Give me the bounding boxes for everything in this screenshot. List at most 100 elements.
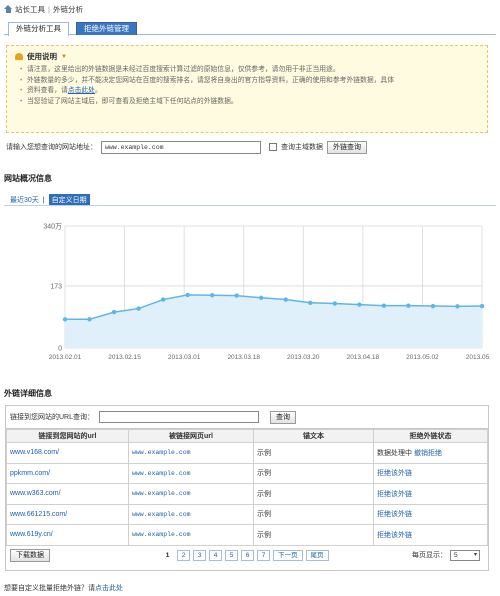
data-point bbox=[430, 303, 436, 309]
notice-title: 使用说明 bbox=[27, 52, 57, 61]
pagination: 1 2 3 4 5 6 7 下一页 尾页 bbox=[158, 549, 329, 561]
source-url-link[interactable]: www.w363.com/ bbox=[10, 490, 61, 497]
anchor-text: 示例 bbox=[253, 524, 374, 546]
x-tick-label: 2013.03.18 bbox=[227, 354, 260, 361]
url-filter-input[interactable] bbox=[99, 411, 260, 423]
speaker-icon bbox=[15, 53, 23, 60]
y-tick-label: 0 bbox=[58, 346, 62, 353]
main-domain-checkbox[interactable] bbox=[269, 143, 277, 151]
x-tick-label: 2013.04.18 bbox=[347, 354, 380, 361]
data-point bbox=[259, 295, 264, 300]
column-header-target: 被链接网页url bbox=[128, 429, 254, 443]
url-filter-label: 链接到您网站的URL查询： bbox=[10, 414, 95, 421]
per-page-control: 每页显示： 5 bbox=[412, 549, 480, 561]
x-tick-label: 2013.05.02 bbox=[406, 354, 439, 361]
data-point bbox=[62, 317, 68, 322]
notice-line: 外链数量的多少，并不能决定您网站在百度的搜索排名，请您将自身出的官方指导资料，正… bbox=[20, 76, 479, 87]
undo-disavow-link[interactable]: 撤销拒绝 bbox=[414, 450, 442, 457]
notice-line-text: 资料查看，请点击此处。 bbox=[27, 87, 102, 94]
y-tick-label: 340万 bbox=[43, 223, 62, 231]
table-row: www.661215.com/ www.example.com 示例 拒绝该外链 bbox=[6, 503, 488, 525]
disavow-link[interactable]: 拒绝该外链 bbox=[377, 470, 412, 477]
per-page-select[interactable]: 5 bbox=[450, 549, 480, 561]
notice-detail-link[interactable]: 点击此处 bbox=[68, 87, 95, 94]
caret-down-icon[interactable]: ▼ bbox=[61, 54, 67, 60]
breadcrumb-current: 外链分析 bbox=[52, 4, 83, 14]
pagination-bar: 下载数据 1 2 3 4 5 6 7 下一页 尾页 每页显示： 5 bbox=[6, 546, 488, 565]
page-current: 1 bbox=[165, 551, 170, 559]
source-url-link[interactable]: www.619y.cn/ bbox=[10, 531, 53, 538]
disavow-link[interactable]: 拒绝该外链 bbox=[377, 511, 412, 518]
target-url-link[interactable]: www.example.com bbox=[132, 531, 191, 538]
page-link[interactable]: 5 bbox=[225, 549, 238, 561]
backlink-table: 链接到您网站的url 被链接网页url 锚文本 拒绝外链状态 www.v168.… bbox=[6, 429, 488, 546]
url-filter-button[interactable]: 查询 bbox=[270, 410, 297, 424]
tab-backlink-analysis[interactable]: 外链分析工具 bbox=[8, 22, 69, 36]
series-area bbox=[65, 294, 482, 348]
status-text: 数据处理中 bbox=[377, 449, 412, 457]
anchor-text: 示例 bbox=[253, 483, 374, 505]
site-url-input[interactable]: www.example.com bbox=[101, 140, 261, 154]
source-url-link[interactable]: www.v168.com/ bbox=[10, 449, 59, 456]
data-point bbox=[136, 306, 141, 311]
page-link[interactable]: 6 bbox=[241, 549, 254, 561]
data-point bbox=[111, 309, 117, 315]
breadcrumb-home-link[interactable]: 站长工具 bbox=[15, 4, 45, 15]
tab-disavow-management[interactable]: 拒绝外链管理 bbox=[76, 22, 137, 35]
data-point bbox=[332, 301, 338, 306]
page-link[interactable]: 2 bbox=[177, 549, 190, 561]
table-row: www.w363.com/ www.example.com 示例 拒绝该外链 bbox=[6, 483, 488, 505]
data-point bbox=[406, 303, 411, 308]
data-point bbox=[283, 297, 288, 302]
backlink-query-button[interactable]: 外链查询 bbox=[327, 140, 367, 154]
source-url-link[interactable]: www.661215.com/ bbox=[10, 511, 67, 518]
backlink-trend-chart: 340万 173 02013.02.01 2013.02.15 2013.03.01 20… bbox=[43, 223, 490, 362]
column-header-source: 链接到您网站的url bbox=[6, 429, 129, 443]
target-url-link[interactable]: www.example.com bbox=[132, 470, 191, 477]
footer-note: 想要自定义批量拒绝外链？请点击此处 bbox=[4, 583, 123, 593]
disavow-link[interactable]: 拒绝该外链 bbox=[377, 491, 412, 498]
site-search-label: 请输入您想查询的网站地址： bbox=[6, 144, 97, 151]
data-point bbox=[234, 293, 239, 298]
source-url-link[interactable]: ppkmm.com/ bbox=[10, 470, 50, 477]
footer-link[interactable]: 点击此处 bbox=[95, 585, 123, 592]
data-point bbox=[160, 297, 166, 302]
range-recent-30-days[interactable]: 最近30天 bbox=[10, 195, 39, 205]
table-row: www.619y.cn/ www.example.com 示例 拒绝该外链 bbox=[6, 524, 488, 546]
main-domain-checkbox-label: 查询主域数据 bbox=[281, 144, 323, 151]
x-tick-label: 2013.02.15 bbox=[108, 354, 141, 361]
x-tick-label: 2013.03.20 bbox=[287, 354, 320, 361]
footer-text: 想要自定义批量拒绝外链？请 bbox=[4, 585, 95, 592]
disavow-link[interactable]: 拒绝该外链 bbox=[377, 532, 412, 539]
target-url-link[interactable]: www.example.com bbox=[132, 490, 191, 497]
data-point bbox=[308, 300, 313, 305]
download-data-button[interactable]: 下载数据 bbox=[10, 548, 50, 562]
table-header-row: 链接到您网站的url 被链接网页url 锚文本 拒绝外链状态 bbox=[6, 429, 488, 443]
x-tick-label: 2013.03.01 bbox=[168, 354, 201, 361]
data-point bbox=[357, 302, 362, 307]
last-page-link[interactable]: 尾页 bbox=[305, 549, 329, 561]
target-url-link[interactable]: www.example.com bbox=[132, 449, 191, 456]
anchor-text: 示例 bbox=[253, 503, 374, 525]
date-range-divider bbox=[4, 205, 496, 206]
data-point bbox=[87, 317, 92, 322]
tab-bar: 外链分析工具 拒绝外链管理 bbox=[4, 20, 496, 36]
page-link[interactable]: 4 bbox=[209, 549, 222, 561]
data-point bbox=[185, 292, 190, 298]
anchor-text: 示例 bbox=[253, 442, 374, 464]
data-point bbox=[455, 304, 460, 309]
page-link[interactable]: 3 bbox=[193, 549, 206, 561]
notice-line: 当您验证了网站主域后，即可查看及拒绝主域下任何站点的外链数据。 bbox=[20, 97, 479, 108]
home-icon bbox=[4, 5, 12, 13]
notice-header: 使用说明 ▼ bbox=[15, 51, 479, 62]
page-link[interactable]: 7 bbox=[257, 549, 270, 561]
table-row: www.v168.com/ www.example.com 示例 数据处理中 撤… bbox=[6, 442, 488, 464]
details-title: 外链详细信息 bbox=[4, 389, 52, 398]
target-url-link[interactable]: www.example.com bbox=[132, 511, 191, 518]
notice-list: 请注意，这里给出的外链数据是未经过百度搜索计算过滤的原始信息，仅供参考，请勿用于… bbox=[15, 65, 479, 107]
data-point bbox=[479, 303, 485, 309]
y-tick-label: 173 bbox=[50, 283, 62, 290]
site-search-row: 请输入您想查询的网站地址： www.example.com 查询主域数据 外链查… bbox=[6, 138, 488, 156]
next-page-link[interactable]: 下一页 bbox=[273, 549, 303, 561]
details-panel: 链接到您网站的URL查询： 查询 链接到您网站的url 被链接网页url 锚文本… bbox=[5, 405, 489, 571]
